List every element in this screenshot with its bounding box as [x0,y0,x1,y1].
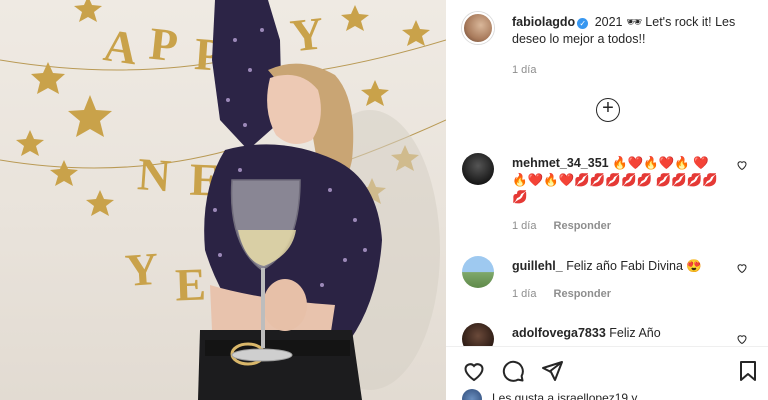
reply-button[interactable]: Responder [554,288,611,300]
like-comment-heart-icon[interactable] [736,262,748,274]
commenter-username[interactable]: mehmet_34_351 [512,156,609,170]
banner-letter: N [136,148,173,201]
instagram-post-view: A P P Y N E Y E fabiolagdo ✓ 2021 🕶 Let'… [0,0,768,400]
comment-text: Feliz año Fabi Divina 😍 [566,259,702,273]
banner-letter: P [147,18,180,72]
like-comment-heart-icon[interactable] [736,159,748,171]
photo-illustration: A P P Y N E Y E [0,0,446,400]
banner-letter: Y [288,7,326,61]
author-avatar[interactable] [462,12,494,44]
comment-text: Feliz Año [609,326,661,340]
comment-meta: 1 día Responder [512,220,611,232]
bookmark-icon[interactable] [736,359,760,383]
like-comment-heart-icon[interactable] [736,333,748,345]
likes-summary[interactable]: Les gusta a israellopez19 y [492,391,637,400]
liker-avatar[interactable] [462,389,482,400]
commenter-avatar[interactable] [462,153,494,185]
comment-time: 1 día [512,220,537,232]
post-actions-bar: Les gusta a israellopez19 y [446,346,768,400]
post-side-panel: fabiolagdo ✓ 2021 🕶 Let's rock it! Les de… [446,0,768,400]
post-time: 1 día [512,64,537,76]
banner-letter: Y [124,243,161,296]
post-caption: fabiolagdo ✓ 2021 🕶 Let's rock it! Les de… [512,14,752,48]
commenter-username[interactable]: adolfovega7833 [512,326,606,340]
comment-time: 1 día [512,288,537,300]
comment-body: adolfovega7833 Feliz Año [512,325,722,342]
banner-letter: E [174,258,206,310]
commenter-avatar[interactable] [462,256,494,288]
comment-body: guillehl_ Feliz año Fabi Divina 😍 [512,258,722,275]
heart-icon[interactable] [462,359,486,383]
load-more-comments-button[interactable]: + [596,98,620,122]
banner-letter: A [101,19,141,74]
comment-body: mehmet_34_351 🔥❤️🔥❤️🔥 ❤️🔥❤️🔥❤️💋💋💋💋💋 💋💋💋💋… [512,155,722,206]
post-photo[interactable]: A P P Y N E Y E [0,0,446,400]
send-icon[interactable] [540,359,564,383]
commenter-username[interactable]: guillehl_ [512,259,563,273]
author-username[interactable]: fabiolagdo [512,15,575,29]
comment-meta: 1 día Responder [512,288,611,300]
reply-button[interactable]: Responder [554,220,611,232]
verified-badge-icon: ✓ [577,18,589,29]
comment-icon[interactable] [501,359,525,383]
